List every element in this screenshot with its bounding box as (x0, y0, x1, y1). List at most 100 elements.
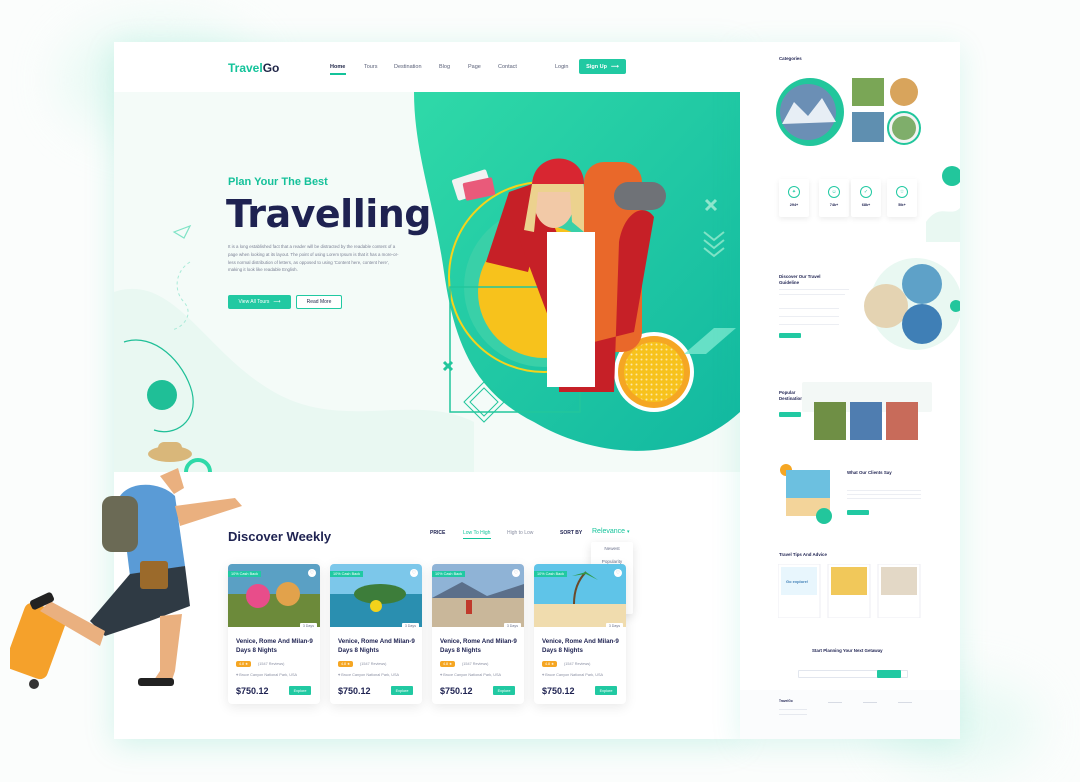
rating-value: 4.8 (341, 662, 346, 666)
dotted-circle (624, 342, 684, 402)
tour-card[interactable]: 10% Cash Back ♡ 3 Days Venice, Rome And … (432, 564, 524, 704)
sort-value: Relevance (592, 528, 626, 535)
stat-value: 74k+ (829, 203, 839, 207)
signup-button[interactable]: Sign Up ⟶ (579, 59, 626, 74)
footer-brand: TravelGo (779, 699, 793, 703)
clients-title: What Our Clients Say (847, 470, 892, 475)
running-traveller-image (10, 442, 242, 689)
rating-badge: 4.8 ★ (542, 661, 558, 667)
nav-page[interactable]: Page (468, 64, 481, 70)
arrow-right-icon: ⟶ (273, 299, 281, 305)
tour-card[interactable]: 10% Cash Back ♡ 3 Days Venice, Rome And … (330, 564, 422, 704)
tour-location: ⌖ Bruce Canyon National Park, USA (542, 673, 603, 677)
location-text: Bruce Canyon National Park, USA (443, 673, 502, 677)
guide-button[interactable] (779, 333, 801, 338)
tips-cards (778, 564, 921, 618)
location-pin-icon: ⌖ (542, 673, 545, 677)
price-filter-label: PRICE (430, 530, 446, 536)
decorative-wave (926, 166, 960, 242)
heart-icon[interactable]: ♡ (614, 569, 622, 577)
showcase-stage: TravelGo Home Tours Destination Blog Pag… (0, 0, 1080, 782)
location-pin-icon: ⌖ (440, 673, 443, 677)
login-link[interactable]: Login (555, 64, 568, 70)
tour-location: ⌖ Bruce Canyon National Park, USA (338, 673, 399, 677)
arrow-right-icon: ⟶ (610, 63, 619, 70)
tour-location: ⌖ Bruce Canyon National Park, USA (440, 673, 501, 677)
tips-title: Travel Tips And Advice (779, 552, 827, 557)
cashback-badge: 10% Cash Back (534, 571, 568, 577)
tour-price: $750.12 (338, 686, 371, 696)
location-pin-icon: ⌖ (338, 673, 341, 677)
explore-button[interactable]: Explore (493, 686, 515, 695)
review-count: (1547 Reviews) (360, 662, 387, 666)
view-all-tours-label: View All Tours (238, 299, 270, 305)
nav-home[interactable]: Home (330, 64, 345, 70)
view-all-tours-button[interactable]: View All Tours ⟶ (228, 295, 291, 309)
rating-value: 4.8 (545, 662, 550, 666)
explore-button[interactable]: Explore (391, 686, 413, 695)
stat-value: 5lk+ (898, 203, 906, 207)
popular-destinations-gallery (802, 382, 932, 440)
star-icon: ☆ (896, 186, 908, 198)
tip-card-label: Go explore! (786, 579, 809, 584)
categories-title: Categories (779, 56, 802, 61)
newsletter-title: Start Planning Your Next Getaway (812, 648, 883, 653)
stat-card: ✦ 294+ (779, 179, 809, 217)
top-navbar: TravelGo Home Tours Destination Blog Pag… (114, 42, 740, 92)
sort-select[interactable]: Relevance ▾ (592, 528, 630, 535)
tour-title[interactable]: Venice, Rome And Milan-9 Days 8 Nights (440, 637, 520, 655)
testimonial-image (780, 464, 832, 524)
tour-price: $750.12 (440, 686, 473, 696)
stat-card: ☺ 74k+ (819, 179, 849, 217)
review-count: (1547 Reviews) (462, 662, 489, 666)
rating-value: 4.8 (443, 662, 448, 666)
heart-icon[interactable]: ♡ (410, 569, 418, 577)
nav-active-indicator (330, 73, 346, 75)
tour-card[interactable]: 10% Cash Back ♡ 3 Days Venice, Rome And … (534, 564, 626, 704)
tour-title[interactable]: Venice, Rome And Milan-9 Days 8 Nights (542, 637, 622, 655)
tour-title[interactable]: Venice, Rome And Milan-9 Days 8 Nights (338, 637, 418, 655)
sort-by-label: SORT BY (560, 530, 583, 536)
guide-title: Discover Our Travel Guideline (779, 274, 821, 285)
brand-logo[interactable]: TravelGo (228, 61, 279, 75)
explore-button[interactable]: Explore (289, 686, 311, 695)
explore-button[interactable]: Explore (595, 686, 617, 695)
heart-icon[interactable]: ♡ (512, 569, 520, 577)
compass-icon: ✦ (788, 186, 800, 198)
rating-badge: 4.8 ★ (338, 661, 354, 667)
price-high-to-low[interactable]: High to Low (507, 530, 533, 536)
nav-blog[interactable]: Blog (439, 64, 450, 70)
stat-card: ☆ 5lk+ (887, 179, 917, 217)
stat-card: ✓ 68k+ (851, 179, 881, 217)
location-text: Bruce Canyon National Park, USA (545, 673, 604, 677)
categories-collage (776, 78, 921, 146)
nav-tours[interactable]: Tours (364, 64, 377, 70)
teal-dot (147, 380, 177, 410)
sort-option-newest[interactable]: Newest (591, 542, 633, 555)
review-count: (1547 Reviews) (564, 662, 591, 666)
tour-price: $750.12 (542, 686, 575, 696)
stat-value: 294+ (789, 203, 799, 207)
read-more-button[interactable]: Read More (296, 295, 342, 309)
thumbs-up-icon: ✓ (860, 186, 872, 198)
nav-contact[interactable]: Contact (498, 64, 517, 70)
location-text: Bruce Canyon National Park, USA (341, 673, 400, 677)
heart-icon[interactable]: ♡ (308, 569, 316, 577)
users-icon: ☺ (828, 186, 840, 198)
price-low-to-high[interactable]: Low To High (463, 530, 490, 536)
cashback-badge: 10% Cash Back (330, 571, 364, 577)
hero-tagline: Plan Your The Best (228, 176, 328, 188)
nav-destination[interactable]: Destination (394, 64, 422, 70)
signup-label: Sign Up (586, 63, 607, 70)
duration-badge: 3 Days (503, 623, 521, 629)
hero-description: It is a long established fact that a rea… (228, 244, 399, 273)
footer (740, 690, 960, 739)
hero-headline: Travelling (226, 192, 432, 236)
rating-badge: 4.8 ★ (440, 661, 456, 667)
cashback-badge: 10% Cash Back (432, 571, 466, 577)
guide-collage (864, 258, 960, 350)
testimonial-button[interactable] (847, 510, 869, 515)
subscribe-button[interactable] (877, 670, 901, 678)
popular-button[interactable] (779, 412, 801, 417)
duration-badge: 3 Days (401, 623, 419, 629)
